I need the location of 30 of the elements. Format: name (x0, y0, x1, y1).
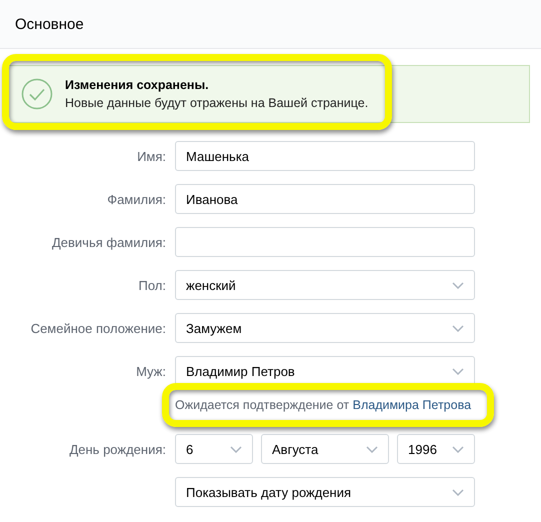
field-label: Фамилия: (106, 192, 166, 206)
field-label: Имя: (136, 148, 166, 164)
pending-confirmation-text: Ожидается подтверждение от Владимира Петрова (175, 398, 472, 412)
text-field[interactable]: Машенька (175, 141, 475, 171)
text-field[interactable]: Иванова (175, 184, 475, 214)
chevron-down-icon (452, 324, 464, 332)
select-field[interactable]: женский (175, 270, 475, 300)
chevron-down-icon (230, 446, 242, 452)
chevron-down-icon (452, 446, 464, 452)
chevron-down-icon (452, 282, 464, 288)
visibility-select[interactable]: Показывать дату рождения (175, 477, 475, 507)
chevron-down-icon (366, 446, 378, 452)
check-circle-icon (21, 78, 53, 110)
field-label: День рождения: (68, 442, 166, 456)
chevron-down-icon (452, 488, 464, 496)
chevron-down-icon (452, 368, 464, 374)
select-field[interactable]: Владимир Петров (175, 356, 475, 386)
day-select[interactable]: 6 (175, 434, 253, 464)
field-label: Семейное положение: (30, 320, 166, 336)
month-select[interactable]: Августа (261, 434, 389, 464)
field-label: Девичья фамилия: (50, 234, 166, 250)
alert-title: Изменения сохранены. (65, 78, 210, 92)
text-field[interactable] (175, 227, 475, 257)
person-link[interactable]: Владимира Петрова (352, 398, 472, 412)
select-field[interactable]: Замужем (175, 313, 475, 343)
section-title: Основное (15, 16, 84, 32)
alert-message: Новые данные будут отражены на Вашей странице. (65, 96, 368, 110)
year-select[interactable]: 1996 (397, 434, 475, 464)
field-label: Пол: (138, 278, 166, 292)
field-label: Муж: (135, 364, 166, 378)
